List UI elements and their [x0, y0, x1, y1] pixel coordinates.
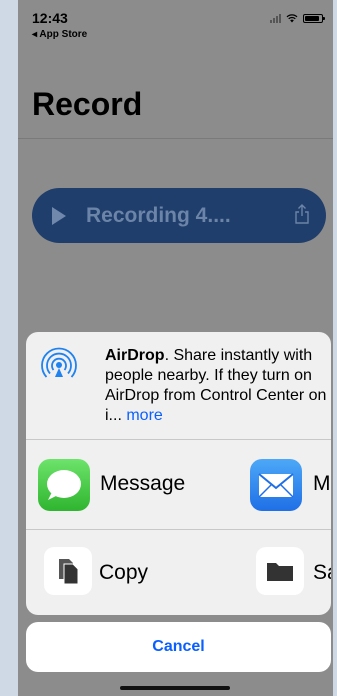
divider [26, 529, 331, 530]
recording-item[interactable]: Recording 4.... [32, 188, 326, 243]
share-apps-row: Message M [26, 442, 331, 530]
save-to-files-button[interactable] [256, 547, 304, 595]
airdrop-description: AirDrop. Share instantly with people nea… [105, 346, 327, 426]
wifi-icon [286, 14, 298, 23]
signal-icon [270, 13, 281, 23]
frame-edge [333, 0, 337, 696]
mail-app-label[interactable]: M [313, 472, 331, 496]
status-icons [270, 13, 325, 23]
airdrop-section[interactable]: AirDrop. Share instantly with people nea… [26, 332, 331, 439]
share-sheet: AirDrop. Share instantly with people nea… [26, 332, 331, 615]
back-to-app-store-link[interactable]: ◂ App Store [32, 29, 87, 40]
folder-icon [267, 563, 293, 581]
message-app-button[interactable] [38, 459, 90, 511]
divider [26, 439, 331, 440]
cancel-button[interactable]: Cancel [26, 622, 331, 672]
airdrop-icon [41, 347, 77, 378]
share-icon[interactable] [294, 204, 310, 224]
home-indicator[interactable] [120, 686, 230, 690]
divider [18, 138, 333, 139]
page-title: Record [32, 86, 143, 122]
play-icon[interactable] [52, 207, 66, 225]
phone-screen: 12:43 ◂ App Store Record Recording 4.... [18, 0, 333, 696]
copy-label[interactable]: Copy [99, 561, 148, 585]
message-app-label[interactable]: Message [100, 472, 185, 496]
save-to-files-label[interactable]: Sa [313, 561, 331, 585]
status-bar: 12:43 ◂ App Store [18, 0, 333, 46]
message-icon [47, 470, 81, 500]
airdrop-title: AirDrop [105, 347, 165, 364]
copy-button[interactable] [44, 547, 92, 595]
recording-title: Recording 4.... [86, 204, 231, 227]
copy-icon [59, 559, 79, 585]
mail-icon [258, 473, 294, 498]
mail-app-button[interactable] [250, 459, 302, 511]
cancel-label: Cancel [152, 638, 205, 655]
status-time: 12:43 [32, 10, 68, 26]
share-actions-row: Copy Sa [26, 531, 331, 615]
battery-icon [303, 13, 325, 23]
airdrop-more-link[interactable]: more [126, 407, 162, 424]
